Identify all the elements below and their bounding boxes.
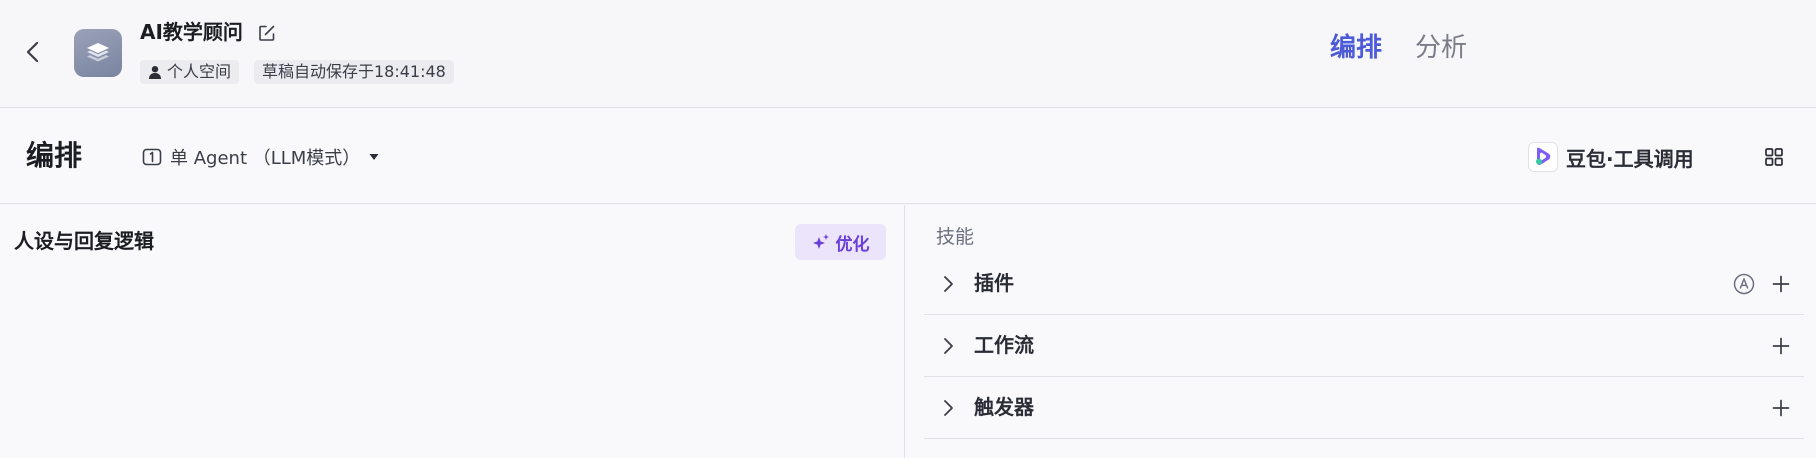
skills-panel: 技能 插件 工作流 触发器 <box>906 205 1816 458</box>
expand-trigger-toggle[interactable] <box>938 397 958 419</box>
back-button[interactable] <box>20 38 46 66</box>
section-title: 编排 <box>26 139 83 172</box>
prompt-panel-title: 人设与回复逻辑 <box>14 229 154 253</box>
draft-status-tag: 草稿自动保存于18:41:48 <box>254 60 454 84</box>
caret-down-icon <box>369 154 379 160</box>
doubao-logo-icon <box>1528 142 1558 172</box>
prompt-panel: 人设与回复逻辑 优化 <box>0 205 905 458</box>
skill-row-label: 触发器 <box>974 395 1034 419</box>
workspace-label: 个人空间 <box>167 62 232 81</box>
app-header: AI教学顾问 个人空间 草稿自动保存于18:41:48 编排 分析 <box>0 0 1816 108</box>
chevron-right-icon <box>944 400 953 416</box>
skills-heading: 技能 <box>936 226 975 248</box>
bot-name: AI教学顾问 <box>140 20 243 44</box>
expand-workflow-toggle[interactable] <box>938 335 958 357</box>
plus-icon <box>1772 337 1790 355</box>
draft-status-label: 草稿自动保存于18:41:48 <box>262 62 446 81</box>
edit-icon <box>259 25 275 41</box>
agent-mode-select[interactable]: 单 Agent （LLM模式） <box>142 142 380 172</box>
auto-mode-icon <box>1733 273 1755 295</box>
workspace-tag: 个人空间 <box>140 60 240 84</box>
tab-analysis[interactable]: 分析 <box>1415 30 1467 66</box>
optimize-label: 优化 <box>835 234 870 255</box>
layers-icon <box>87 43 109 62</box>
user-icon <box>149 66 161 79</box>
model-label: 豆包·工具调用 <box>1566 146 1694 171</box>
layout-toggle-button[interactable] <box>1762 145 1786 169</box>
skill-row-label: 工作流 <box>974 333 1034 357</box>
skill-row-plugins[interactable]: 插件 <box>924 253 1804 315</box>
plus-icon <box>1772 275 1790 293</box>
skill-row-label: 插件 <box>974 271 1014 295</box>
add-workflow-button[interactable] <box>1770 335 1792 357</box>
chevron-right-icon <box>944 276 953 292</box>
chevron-left-icon <box>26 41 39 63</box>
model-select[interactable]: 豆包·工具调用 <box>1528 141 1694 173</box>
chevron-right-icon <box>944 338 953 354</box>
skill-row-trigger[interactable]: 触发器 <box>924 377 1804 439</box>
expand-plugins-toggle[interactable] <box>938 273 958 295</box>
tab-arrange[interactable]: 编排 <box>1330 30 1382 66</box>
edit-bot-button[interactable] <box>256 22 278 44</box>
optimize-button[interactable]: 优化 <box>795 224 886 260</box>
editor-toolbar: 编排 单 Agent （LLM模式） 豆包·工具调用 <box>0 109 1816 204</box>
skill-row-workflow[interactable]: 工作流 <box>924 315 1804 377</box>
bot-avatar[interactable] <box>74 29 122 77</box>
agent-mode-label: 单 Agent （LLM模式） <box>170 148 361 169</box>
add-plugin-button[interactable] <box>1770 273 1792 295</box>
sparkle-icon <box>812 234 829 249</box>
agent-mode-icon <box>142 148 162 166</box>
add-trigger-button[interactable] <box>1770 397 1792 419</box>
plus-icon <box>1772 399 1790 417</box>
layout-grid-icon <box>1765 148 1783 166</box>
auto-invoke-toggle[interactable] <box>1732 272 1756 296</box>
